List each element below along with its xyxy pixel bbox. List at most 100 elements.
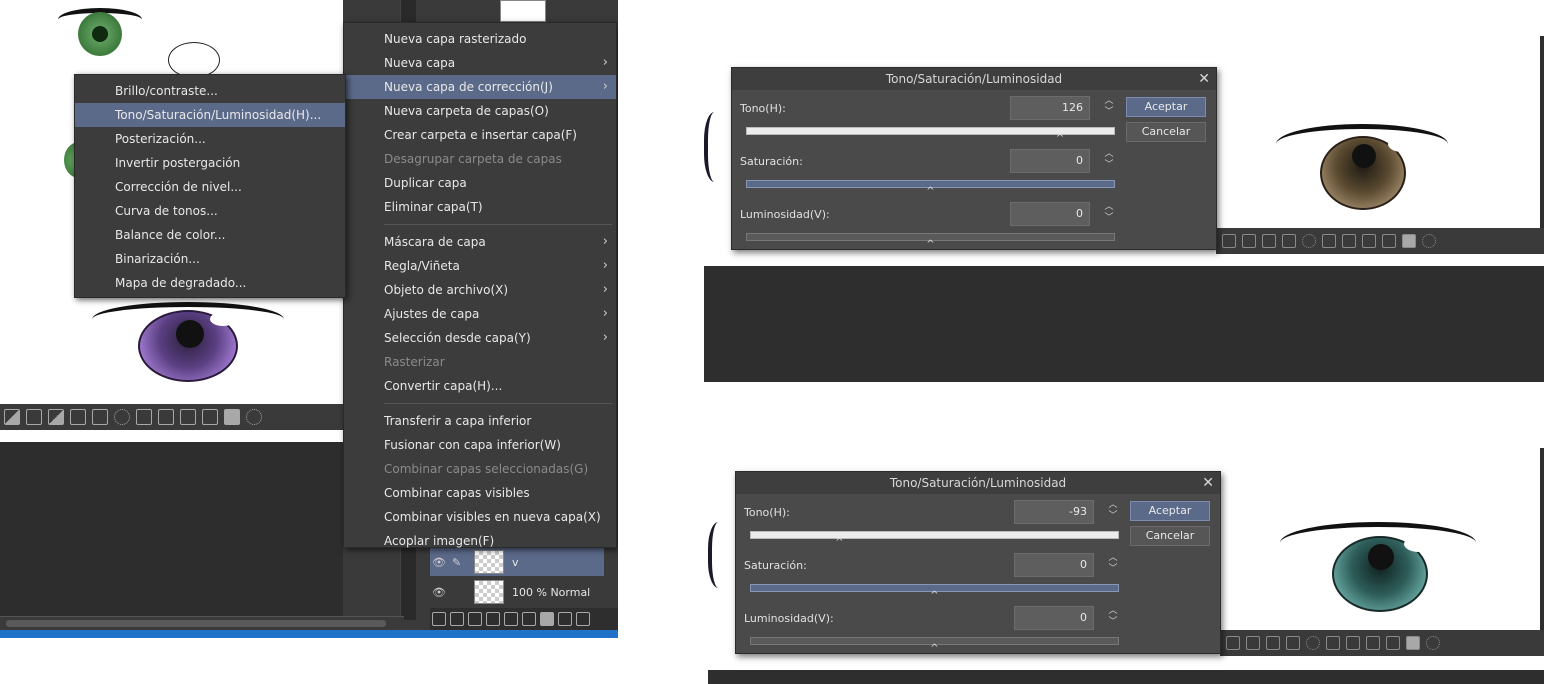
scale-icon[interactable]	[92, 409, 108, 425]
menu-item[interactable]: Regla/Viñeta ›	[344, 254, 616, 278]
menu-item[interactable]: Fusionar con capa inferior(W)	[344, 433, 616, 457]
saturation-input[interactable]: 0	[1010, 149, 1090, 173]
menu-item[interactable]: Objeto de archivo(X) ›	[344, 278, 616, 302]
transfer-layer-icon[interactable]	[504, 612, 518, 626]
tool-icon[interactable]	[1226, 636, 1240, 650]
menu-item[interactable]: Nueva carpeta de capas(O)	[344, 99, 616, 123]
saturation-input[interactable]: 0	[1014, 553, 1094, 577]
ok-button[interactable]: Aceptar	[1130, 501, 1210, 521]
menu-item[interactable]: Transferir a capa inferior	[344, 409, 616, 433]
expand-selection-icon[interactable]	[114, 409, 130, 425]
menu-item[interactable]: Máscara de capa ›	[344, 230, 616, 254]
tool-icon[interactable]	[1322, 234, 1336, 248]
canvas-toolbar	[1220, 630, 1544, 656]
tool-icon[interactable]	[1346, 636, 1360, 650]
close-icon[interactable]: ✕	[1198, 68, 1210, 90]
tool-icon[interactable]	[1306, 636, 1320, 650]
menu-item[interactable]: Posterización...	[75, 127, 345, 151]
menu-item[interactable]: Ajustes de capa ›	[344, 302, 616, 326]
menu-item[interactable]: Nueva capa ›	[344, 51, 616, 75]
menu-item[interactable]: Acoplar imagen(F)	[344, 529, 616, 553]
spin-up-down-icon[interactable]: ︿ ﹀	[1102, 96, 1116, 118]
tool-icon[interactable]	[1402, 234, 1416, 248]
invert-selection-icon[interactable]	[48, 409, 64, 425]
tool-icon[interactable]	[1362, 234, 1376, 248]
select-all-icon[interactable]	[26, 409, 42, 425]
fill-icon[interactable]	[224, 409, 240, 425]
slider-marker-icon[interactable]: ^	[930, 644, 940, 654]
layer-thumbnail	[474, 580, 504, 604]
tool-icon[interactable]	[1282, 234, 1296, 248]
tool-icon[interactable]	[1386, 636, 1400, 650]
tool-icon[interactable]	[1426, 636, 1440, 650]
layer-mask-icon[interactable]	[540, 612, 554, 626]
menu-item[interactable]: Convertir capa(H)...	[344, 374, 616, 398]
tool-icon[interactable]	[1246, 636, 1260, 650]
tool-icon[interactable]	[1382, 234, 1396, 248]
menu-item[interactable]: Corrección de nivel...	[75, 175, 345, 199]
menu-item[interactable]: Nueva capa rasterizado	[344, 27, 616, 51]
tool-icon[interactable]	[1286, 636, 1300, 650]
tool-icon[interactable]	[1342, 234, 1356, 248]
dialog-titlebar[interactable]: Tono/Saturación/Luminosidad ✕	[736, 472, 1220, 494]
transform-icon[interactable]	[70, 409, 86, 425]
hue-input[interactable]: 126	[1010, 96, 1090, 120]
spin-up-down-icon[interactable]: ︿ ﹀	[1106, 553, 1120, 575]
tool-icon[interactable]	[1242, 234, 1256, 248]
cut-icon[interactable]	[158, 409, 174, 425]
menu-item[interactable]: Invertir postergación	[75, 151, 345, 175]
visibility-eye-icon[interactable]: 👁	[432, 556, 446, 569]
hue-slider[interactable]	[750, 531, 1119, 539]
apply-mask-icon[interactable]	[558, 612, 572, 626]
copy-icon[interactable]	[180, 409, 196, 425]
layer-property-icon[interactable]	[432, 612, 446, 626]
crop-icon[interactable]	[202, 409, 218, 425]
menu-item[interactable]: Nueva capa de corrección(J) ›	[344, 75, 616, 99]
hue-input[interactable]: -93	[1014, 500, 1094, 524]
tool-icon[interactable]	[1406, 636, 1420, 650]
new-vector-layer-icon[interactable]	[468, 612, 482, 626]
menu-item[interactable]: Binarización...	[75, 247, 345, 271]
new-folder-icon[interactable]	[486, 612, 500, 626]
menu-item[interactable]: Crear carpeta e insertar capa(F)	[344, 123, 616, 147]
tool-icon[interactable]	[1366, 636, 1380, 650]
menu-item[interactable]: Duplicar capa	[344, 171, 616, 195]
menu-item[interactable]: Brillo/contraste...	[75, 79, 345, 103]
menu-item[interactable]: Selección desde capa(Y) ›	[344, 326, 616, 350]
tool-icon[interactable]	[1326, 636, 1340, 650]
delete-layer-icon[interactable]	[576, 612, 590, 626]
new-raster-layer-icon[interactable]	[450, 612, 464, 626]
spin-up-down-icon[interactable]: ︿ ﹀	[1102, 202, 1116, 224]
spin-up-down-icon[interactable]: ︿ ﹀	[1106, 606, 1120, 628]
luminosity-input[interactable]: 0	[1014, 606, 1094, 630]
pattern-icon[interactable]	[246, 409, 262, 425]
tool-icon[interactable]	[1422, 234, 1436, 248]
visibility-eye-icon[interactable]: 👁	[432, 586, 446, 599]
ok-button[interactable]: Aceptar	[1126, 97, 1206, 117]
tool-icon[interactable]	[1302, 234, 1316, 248]
close-icon[interactable]: ✕	[1202, 472, 1214, 494]
tool-icon[interactable]	[1262, 234, 1276, 248]
tool-icon[interactable]	[1266, 636, 1280, 650]
shrink-selection-icon[interactable]	[136, 409, 152, 425]
layer-row[interactable]: 👁 100 % Normal	[430, 578, 604, 606]
merge-layer-icon[interactable]	[522, 612, 536, 626]
dialog-titlebar[interactable]: Tono/Saturación/Luminosidad ✕	[732, 68, 1216, 90]
luminosity-input[interactable]: 0	[1010, 202, 1090, 226]
menu-item[interactable]: Mapa de degradado...	[75, 271, 345, 295]
cancel-button[interactable]: Cancelar	[1126, 122, 1206, 142]
menu-item[interactable]: Combinar visibles en nueva capa(X)	[344, 505, 616, 529]
tool-icon[interactable]	[1222, 234, 1236, 248]
slider-marker-icon[interactable]: ^	[926, 240, 936, 250]
spin-up-down-icon[interactable]: ︿ ﹀	[1106, 500, 1120, 522]
horizontal-scrollbar[interactable]	[0, 616, 404, 630]
menu-item[interactable]: Tono/Saturación/Luminosidad(H)...	[75, 103, 345, 127]
clear-selection-icon[interactable]	[4, 409, 20, 425]
spin-up-down-icon[interactable]: ︿ ﹀	[1102, 149, 1116, 171]
menu-item[interactable]: Balance de color...	[75, 223, 345, 247]
menu-item[interactable]: Eliminar capa(T)	[344, 195, 616, 219]
cancel-button[interactable]: Cancelar	[1130, 526, 1210, 546]
menu-item[interactable]: Curva de tonos...	[75, 199, 345, 223]
menu-item[interactable]: Combinar capas visibles	[344, 481, 616, 505]
menu-item-label: Rasterizar	[384, 355, 445, 369]
